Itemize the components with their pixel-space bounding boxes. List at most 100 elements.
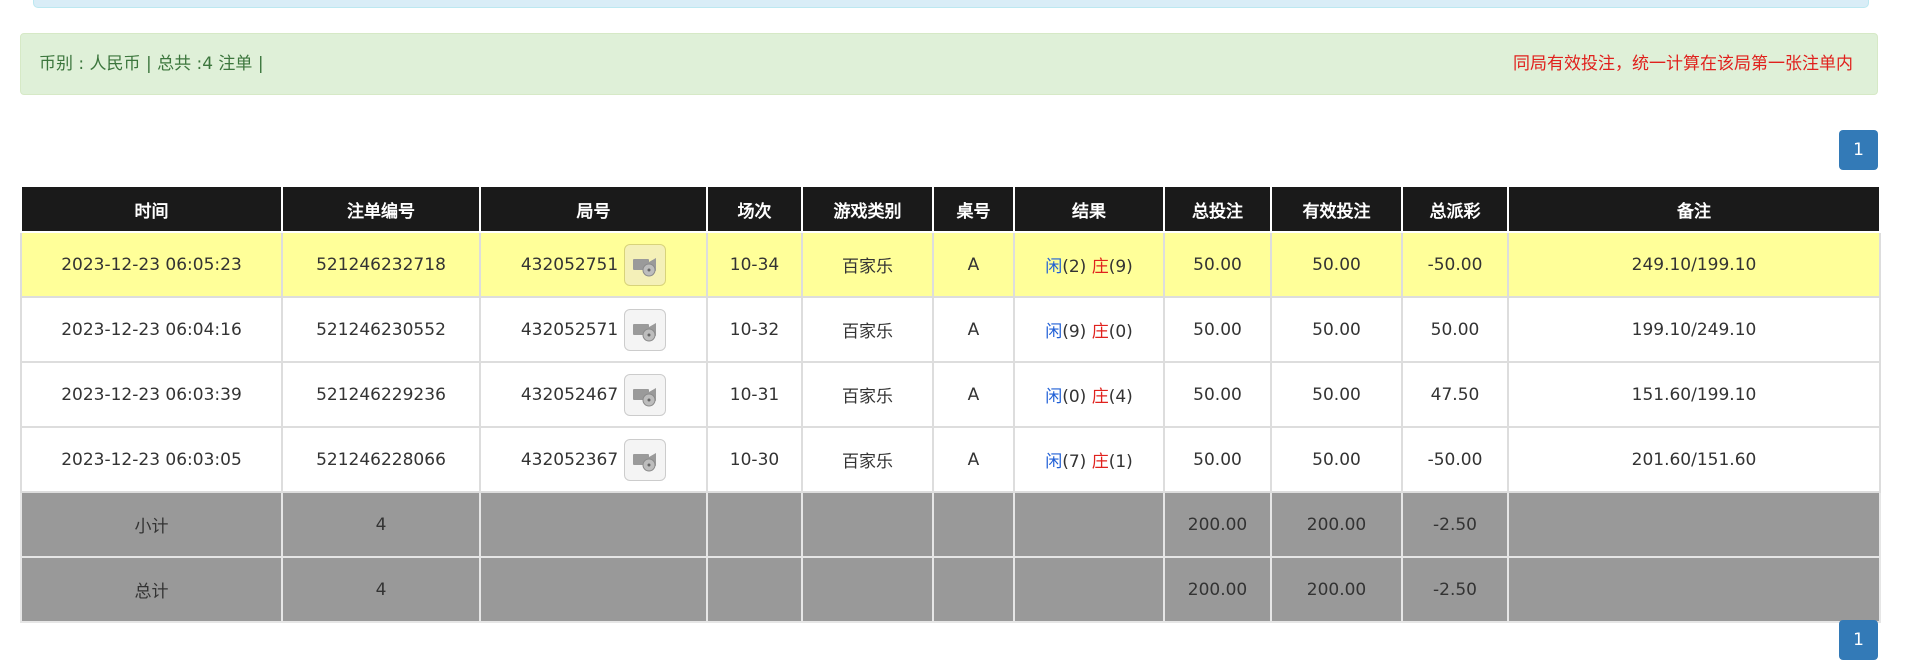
cell-bet-id: 521246228066 (281, 426, 481, 493)
cell-total-bet: 50.00 (1163, 426, 1272, 493)
subtotal-valid-bet: 200.00 (1270, 491, 1403, 558)
total-payout: -2.50 (1401, 556, 1509, 623)
bet-table: 时间 注单编号 局号 场次 游戏类别 桌号 结果 总投注 有效投注 总派彩 备注… (20, 185, 1881, 623)
cell-payout: -50.00 (1401, 231, 1509, 298)
cell-valid-bet: 50.00 (1270, 296, 1403, 363)
cell-valid-bet: 50.00 (1270, 231, 1403, 298)
page-button-1[interactable]: 1 (1839, 130, 1878, 170)
cell-session: 10-32 (706, 296, 803, 363)
cell-note: 201.60/151.60 (1507, 426, 1881, 493)
cell-total-bet: 50.00 (1163, 361, 1272, 428)
cell-round: 432052467 (479, 361, 708, 428)
round-number: 432052467 (520, 384, 619, 405)
empty-cell (479, 556, 708, 623)
table-row: 2023-12-23 06:05:23 521246232718 4320527… (20, 231, 1881, 298)
cell-table: A (932, 231, 1015, 298)
banker-label: 庄 (1091, 257, 1109, 277)
total-row: 总计 4 200.00 200.00 -2.50 (20, 556, 1881, 623)
round-number: 432052751 (520, 254, 619, 275)
empty-cell (932, 491, 1015, 558)
banker-label: 庄 (1091, 322, 1109, 342)
notice-text: 同局有效投注，统一计算在该局第一张注单内 (1513, 54, 1853, 74)
header-table: 桌号 (932, 185, 1015, 233)
table-row: 2023-12-23 06:03:05 521246228066 4320523… (20, 426, 1881, 493)
info-alert (33, 0, 1869, 8)
table-row: 2023-12-23 06:04:16 521246230552 4320525… (20, 296, 1881, 363)
cell-time: 2023-12-23 06:03:05 (20, 426, 283, 493)
empty-cell (479, 491, 708, 558)
cell-valid-bet: 50.00 (1270, 426, 1403, 493)
player-label: 闲 (1045, 257, 1063, 277)
cell-session: 10-30 (706, 426, 803, 493)
header-time: 时间 (20, 185, 283, 233)
player-score: (2) (1062, 257, 1087, 277)
banker-score: (9) (1108, 257, 1133, 277)
player-score: (9) (1062, 322, 1087, 342)
cell-bet-id: 521246229236 (281, 361, 481, 428)
cell-session: 10-31 (706, 361, 803, 428)
header-bet-id: 注单编号 (281, 185, 481, 233)
page-button-1-bottom[interactable]: 1 (1839, 620, 1878, 660)
banker-label: 庄 (1091, 452, 1109, 472)
header-round: 局号 (479, 185, 708, 233)
cell-game: 百家乐 (801, 231, 934, 298)
cell-bet-id: 521246230552 (281, 296, 481, 363)
cell-table: A (932, 426, 1015, 493)
subtotal-label: 小计 (20, 491, 283, 558)
round-number: 432052367 (520, 449, 619, 470)
summary-text: 币别 : 人民币 | 总共 :4 注单 | (39, 54, 264, 74)
empty-cell (1013, 491, 1165, 558)
cell-payout: 47.50 (1401, 361, 1509, 428)
cell-payout: -50.00 (1401, 426, 1509, 493)
subtotal-count: 4 (281, 491, 481, 558)
subtotal-row: 小计 4 200.00 200.00 -2.50 (20, 491, 1881, 558)
header-payout: 总派彩 (1401, 185, 1509, 233)
empty-cell (801, 556, 934, 623)
video-replay-icon[interactable] (624, 308, 667, 351)
player-label: 闲 (1045, 322, 1063, 342)
cell-table: A (932, 296, 1015, 363)
cell-payout: 50.00 (1401, 296, 1509, 363)
cell-table: A (932, 361, 1015, 428)
cell-session: 10-34 (706, 231, 803, 298)
empty-cell (801, 491, 934, 558)
banker-score: (0) (1108, 322, 1133, 342)
cell-result: 闲(7) 庄(1) (1013, 426, 1165, 493)
cell-round: 432052751 (479, 231, 708, 298)
player-score: (0) (1062, 387, 1087, 407)
cell-game: 百家乐 (801, 296, 934, 363)
total-total-bet: 200.00 (1163, 556, 1272, 623)
cell-note: 249.10/199.10 (1507, 231, 1881, 298)
video-replay-icon[interactable] (624, 243, 667, 286)
empty-cell (932, 556, 1015, 623)
video-replay-icon[interactable] (624, 438, 667, 481)
cell-time: 2023-12-23 06:03:39 (20, 361, 283, 428)
cell-note: 199.10/249.10 (1507, 296, 1881, 363)
player-label: 闲 (1045, 387, 1063, 407)
cell-total-bet: 50.00 (1163, 296, 1272, 363)
header-session: 场次 (706, 185, 803, 233)
banker-score: (1) (1108, 452, 1133, 472)
cell-round: 432052367 (479, 426, 708, 493)
summary-bar: 币别 : 人民币 | 总共 :4 注单 | 同局有效投注，统一计算在该局第一张注… (20, 33, 1878, 95)
cell-round: 432052571 (479, 296, 708, 363)
total-count: 4 (281, 556, 481, 623)
banker-label: 庄 (1091, 387, 1109, 407)
cell-result: 闲(2) 庄(9) (1013, 231, 1165, 298)
cell-bet-id: 521246232718 (281, 231, 481, 298)
video-replay-icon[interactable] (624, 373, 667, 416)
header-valid-bet: 有效投注 (1270, 185, 1403, 233)
cell-note: 151.60/199.10 (1507, 361, 1881, 428)
header-total-bet: 总投注 (1163, 185, 1272, 233)
table-row: 2023-12-23 06:03:39 521246229236 4320524… (20, 361, 1881, 428)
cell-valid-bet: 50.00 (1270, 361, 1403, 428)
empty-cell (706, 556, 803, 623)
round-number: 432052571 (520, 319, 619, 340)
header-note: 备注 (1507, 185, 1881, 233)
empty-cell (1507, 556, 1881, 623)
total-label: 总计 (20, 556, 283, 623)
empty-cell (706, 491, 803, 558)
empty-cell (1013, 556, 1165, 623)
table-header-row: 时间 注单编号 局号 场次 游戏类别 桌号 结果 总投注 有效投注 总派彩 备注 (20, 185, 1881, 233)
cell-time: 2023-12-23 06:04:16 (20, 296, 283, 363)
